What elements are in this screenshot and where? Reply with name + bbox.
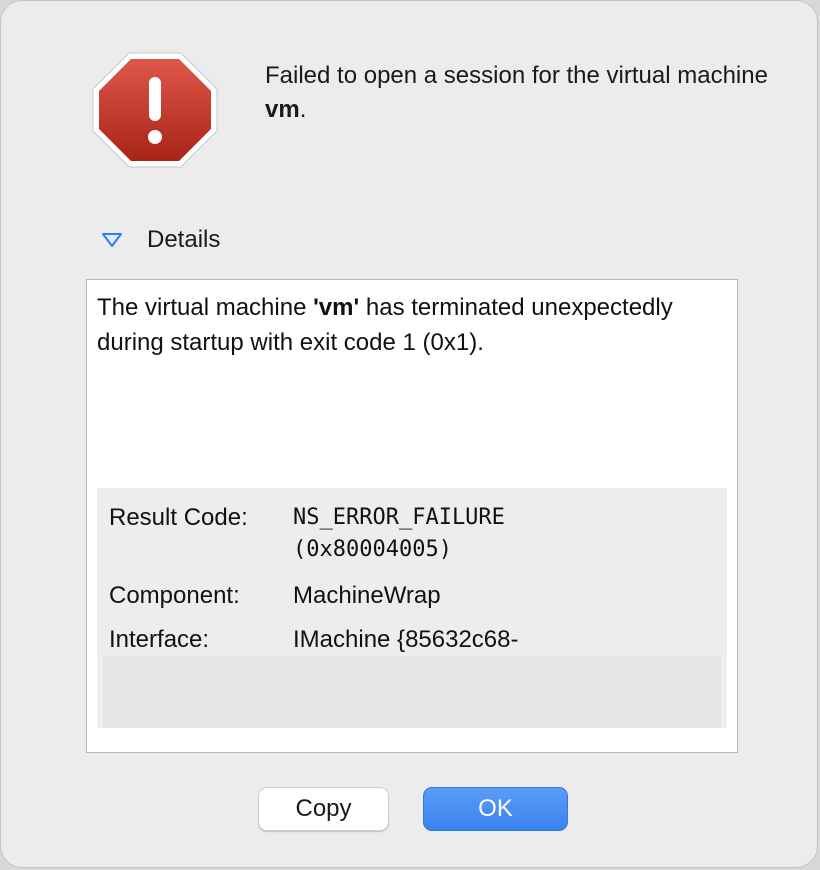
ok-button[interactable]: OK (423, 787, 568, 831)
component-label: Component: (109, 582, 240, 609)
error-info-table: Result Code: NS_ERROR_FAILURE (0x8000400… (97, 488, 727, 728)
details-text-area[interactable]: The virtual machine 'vm' has terminated … (86, 279, 738, 753)
details-text-prefix: The virtual machine (97, 294, 314, 321)
copy-button[interactable]: Copy (258, 787, 389, 831)
error-dialog: Failed to open a session for the virtual… (0, 0, 818, 868)
component-value: MachineWrap (293, 582, 441, 609)
result-code-label: Result Code: (109, 504, 248, 531)
details-description: The virtual machine 'vm' has terminated … (97, 290, 717, 360)
details-vm-name: 'vm' (313, 294, 360, 321)
stop-alert-icon (92, 52, 218, 168)
error-message: Failed to open a session for the virtual… (265, 59, 785, 127)
message-period: . (299, 96, 307, 123)
details-disclosure[interactable]: Details (101, 223, 220, 257)
disclosure-triangle-down-icon[interactable] (101, 232, 123, 248)
details-label: Details (147, 226, 221, 253)
result-code-value: NS_ERROR_FAILURE (0x80004005) (293, 502, 505, 566)
result-code-name: NS_ERROR_FAILURE (293, 505, 505, 530)
message-vm-name: vm (265, 96, 300, 123)
info-fade-area (103, 656, 721, 728)
interface-value: IMachine {85632c68- (293, 626, 519, 653)
result-code-hex: (0x80004005) (293, 537, 452, 562)
interface-label: Interface: (109, 626, 210, 653)
message-text: Failed to open a session for the virtual… (265, 62, 768, 89)
